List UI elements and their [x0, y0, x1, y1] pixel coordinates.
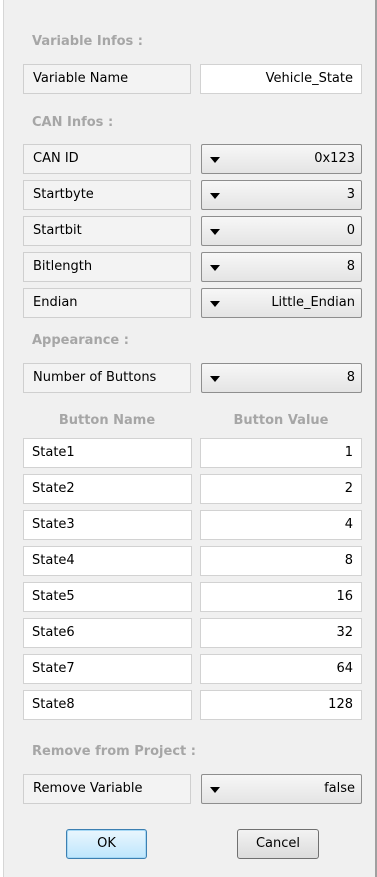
button-name-input[interactable]: State6 — [23, 618, 192, 648]
button-name-input[interactable]: State4 — [23, 546, 192, 576]
bitlength-value: 8 — [346, 259, 355, 274]
ok-button[interactable]: OK — [66, 829, 147, 859]
chevron-down-icon — [210, 229, 220, 235]
button-value-input[interactable]: 32 — [200, 618, 362, 648]
cancel-button[interactable]: Cancel — [237, 829, 319, 859]
button-value-input[interactable]: 1 — [200, 438, 362, 468]
chevron-down-icon — [210, 157, 220, 163]
number-of-buttons-label: Number of Buttons — [23, 363, 191, 393]
startbit-value: 0 — [346, 223, 355, 238]
endian-label: Endian — [23, 288, 191, 318]
chevron-down-icon — [210, 301, 220, 307]
startbit-label: Startbit — [23, 216, 191, 246]
chevron-down-icon — [210, 787, 220, 793]
variable-infos-title: Variable Infos : — [32, 34, 144, 49]
remove-variable-label: Remove Variable — [23, 774, 191, 804]
variable-name-input[interactable]: Vehicle_State — [200, 64, 362, 94]
button-name-column-header: Button Name — [58, 413, 156, 428]
startbyte-label: Startbyte — [23, 180, 191, 210]
remove-variable-value: false — [324, 781, 355, 796]
button-value-input[interactable]: 128 — [200, 690, 362, 720]
button-name-input[interactable]: State8 — [23, 690, 192, 720]
variable-name-label: Variable Name — [23, 64, 191, 94]
number-of-buttons-value: 8 — [346, 370, 355, 385]
button-value-column-header: Button Value — [233, 413, 329, 428]
can-id-dropdown[interactable]: 0x123 — [201, 144, 362, 174]
startbyte-dropdown[interactable]: 3 — [201, 180, 362, 210]
window-left-border — [0, 0, 4, 877]
endian-dropdown[interactable]: Little_Endian — [201, 288, 362, 318]
chevron-down-icon — [210, 193, 220, 199]
button-name-input[interactable]: State1 — [23, 438, 192, 468]
bitlength-dropdown[interactable]: 8 — [201, 252, 362, 282]
button-value-input[interactable]: 2 — [200, 474, 362, 504]
button-value-input[interactable]: 16 — [200, 582, 362, 612]
button-name-input[interactable]: State3 — [23, 510, 192, 540]
appearance-title: Appearance : — [32, 333, 129, 348]
button-value-input[interactable]: 4 — [200, 510, 362, 540]
startbyte-value: 3 — [346, 187, 355, 202]
endian-value: Little_Endian — [271, 295, 355, 310]
startbit-dropdown[interactable]: 0 — [201, 216, 362, 246]
can-id-label: CAN ID — [23, 144, 191, 174]
can-infos-title: CAN Infos : — [32, 115, 114, 130]
chevron-down-icon — [210, 265, 220, 271]
number-of-buttons-dropdown[interactable]: 8 — [201, 363, 362, 393]
can-id-value: 0x123 — [314, 151, 355, 166]
remove-variable-dropdown[interactable]: false — [201, 774, 362, 804]
button-value-input[interactable]: 64 — [200, 654, 362, 684]
button-name-input[interactable]: State2 — [23, 474, 192, 504]
bitlength-label: Bitlength — [23, 252, 191, 282]
button-name-input[interactable]: State5 — [23, 582, 192, 612]
button-value-input[interactable]: 8 — [200, 546, 362, 576]
chevron-down-icon — [210, 376, 220, 382]
remove-from-project-title: Remove from Project : — [32, 744, 196, 759]
button-name-input[interactable]: State7 — [23, 654, 192, 684]
